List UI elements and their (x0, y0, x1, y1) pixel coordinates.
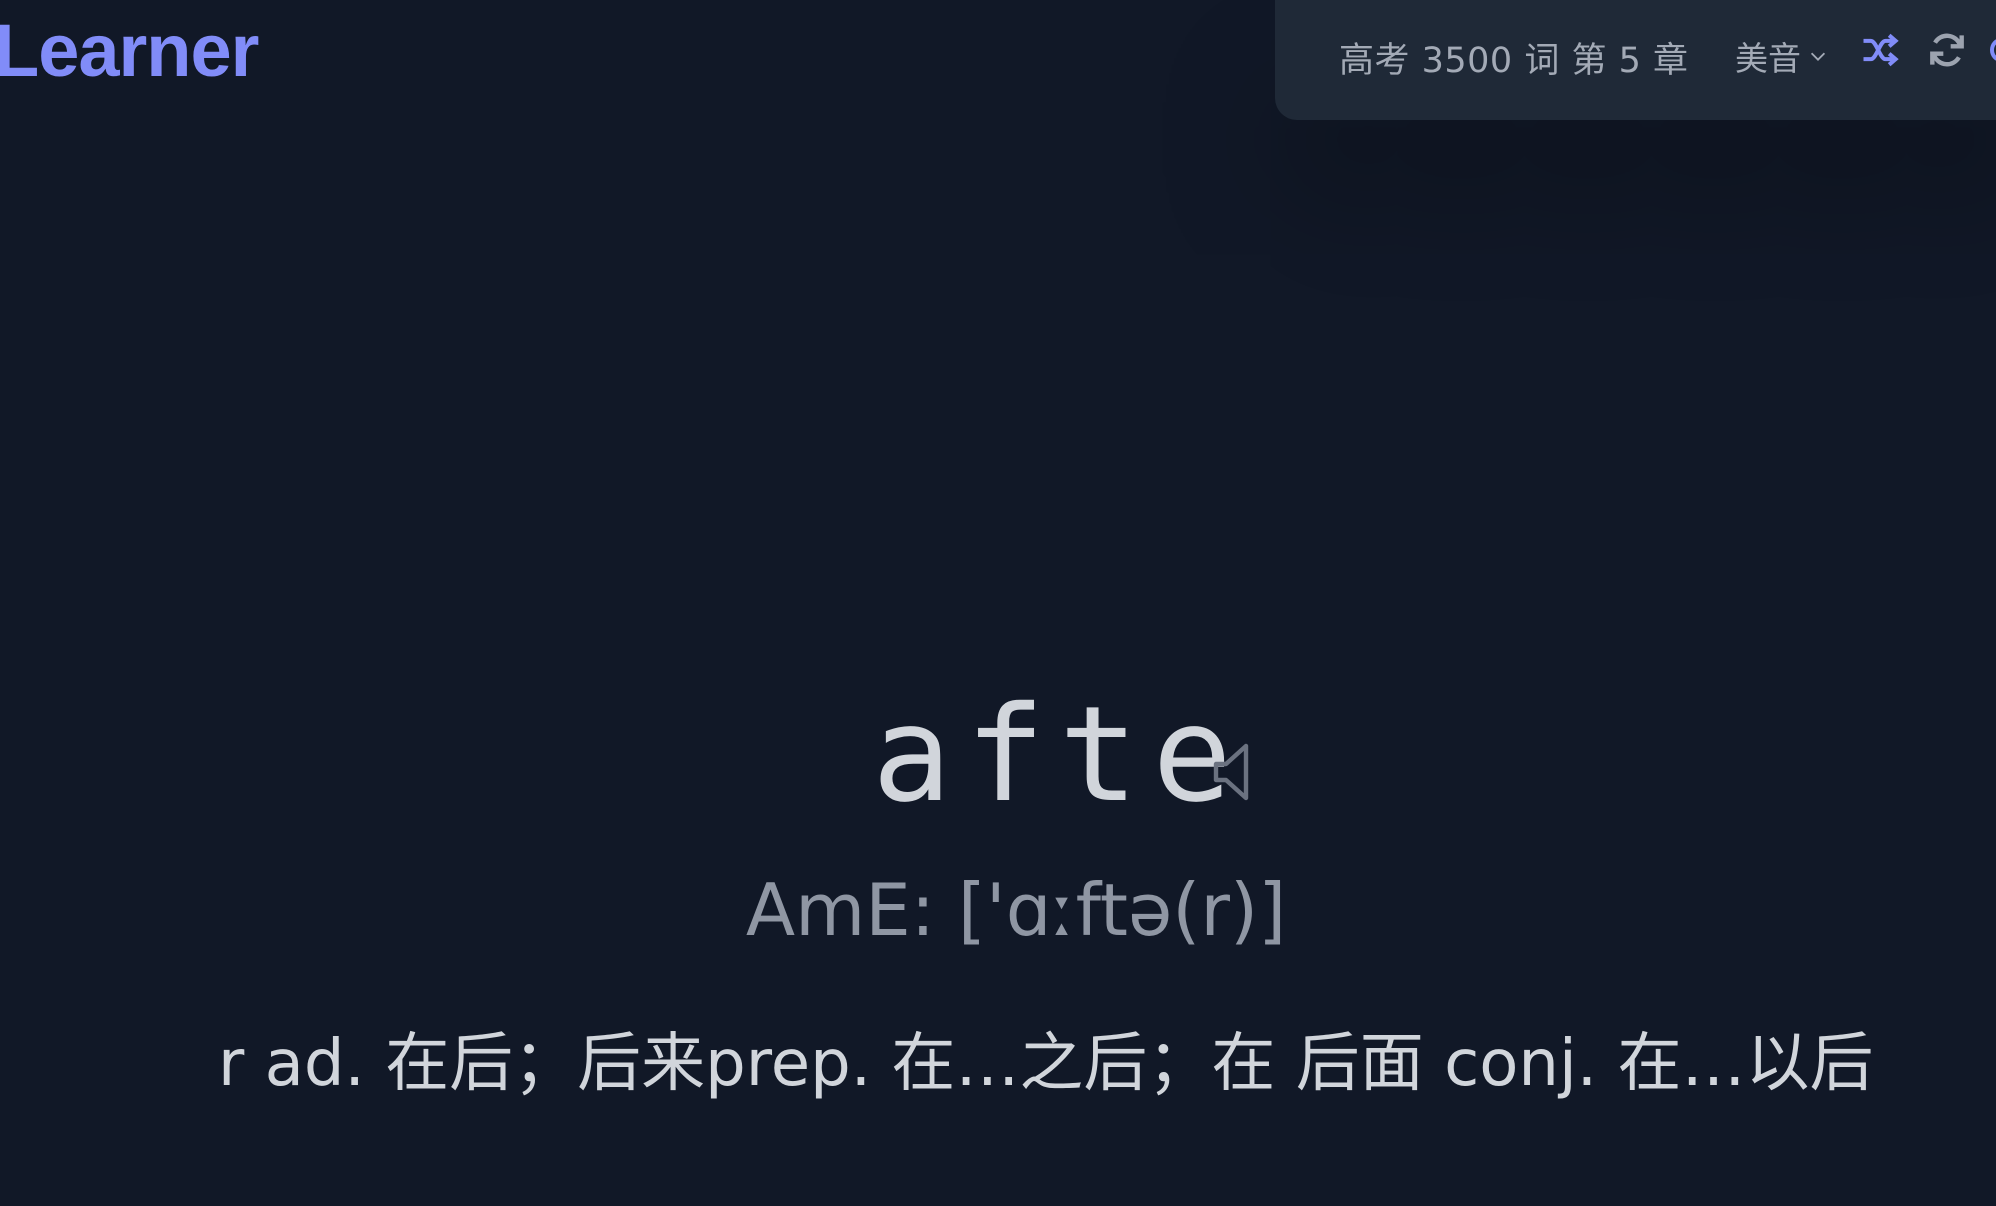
target-word: afte (872, 678, 1246, 832)
word-translation: r ad. 在后；后来prep. 在…之后；在 后面 conj. 在…以后 (218, 1027, 1874, 1101)
shuffle-icon[interactable] (1858, 28, 1902, 72)
word-display: afte (0, 678, 1996, 832)
word-phonetic: AmE: ['ɑːftə(r)] (745, 868, 1287, 952)
refresh-icon[interactable] (1925, 28, 1969, 72)
top-toolbar: 高考 3500 词 第 5 章 美音 (1275, 0, 1996, 120)
pronunciation-accent-select[interactable]: 美音 (1735, 32, 1829, 80)
chevron-down-icon (1810, 52, 1826, 61)
speaker-icon[interactable] (1210, 740, 1258, 804)
app-logo-text: Learner (0, 9, 259, 92)
toggle-icon[interactable] (1990, 38, 1996, 62)
accent-label: 美音 (1735, 39, 1801, 78)
dictionary-chapter-selector[interactable]: 高考 3500 词 第 5 章 (1339, 32, 1688, 83)
